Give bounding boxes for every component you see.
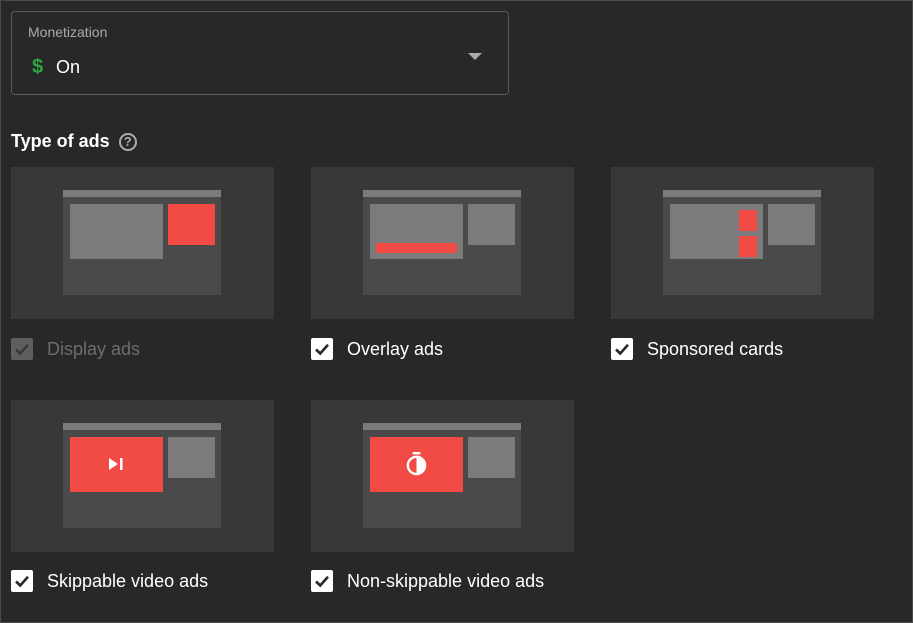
- screen-mockup: [363, 190, 521, 295]
- non-skippable-video-ads-checkbox[interactable]: [311, 570, 333, 592]
- monetization-label: Monetization: [28, 24, 108, 40]
- monetization-value-text: On: [56, 57, 81, 77]
- monetization-value: $ On: [32, 56, 80, 79]
- display-ads-option: Display ads: [11, 338, 140, 360]
- sponsored-cards-illustration: [611, 167, 874, 319]
- check-icon: [15, 343, 29, 356]
- type-of-ads-heading: Type of ads ?: [11, 131, 137, 152]
- non-skippable-video-ads-label: Non-skippable video ads: [347, 570, 545, 591]
- skippable-video-ads-label: Skippable video ads: [47, 570, 209, 591]
- caret-down-icon[interactable]: [468, 53, 482, 60]
- sponsored-cards-option[interactable]: Sponsored cards: [611, 338, 783, 360]
- skippable-video-ads-checkbox[interactable]: [11, 570, 33, 592]
- overlay-ads-checkbox[interactable]: [311, 338, 333, 360]
- sponsored-cards-label: Sponsored cards: [647, 338, 784, 359]
- type-of-ads-title: Type of ads: [11, 131, 110, 151]
- screen-mockup: [63, 190, 221, 295]
- screen-mockup: [663, 190, 821, 295]
- overlay-ads-label: Overlay ads: [347, 338, 444, 359]
- check-icon: [315, 343, 329, 356]
- display-ads-label: Display ads: [47, 338, 141, 359]
- check-icon: [15, 575, 29, 588]
- dollar-icon: $: [32, 56, 44, 78]
- monetization-dropdown[interactable]: Monetization $ On: [11, 11, 509, 95]
- check-icon: [615, 343, 629, 356]
- display-ads-checkbox: [11, 338, 33, 360]
- non-skippable-video-ads-illustration: [311, 400, 574, 552]
- sponsored-cards-checkbox[interactable]: [611, 338, 633, 360]
- overlay-ads-illustration: [311, 167, 574, 319]
- overlay-ads-option[interactable]: Overlay ads: [311, 338, 443, 360]
- help-icon[interactable]: ?: [118, 132, 137, 151]
- skippable-video-ads-option[interactable]: Skippable video ads: [11, 570, 208, 592]
- screen-mockup: [363, 423, 521, 528]
- skippable-video-ads-illustration: [11, 400, 274, 552]
- timer-icon: [406, 452, 427, 476]
- display-ads-illustration: [11, 167, 274, 319]
- screen-mockup: [63, 423, 221, 528]
- non-skippable-video-ads-option[interactable]: Non-skippable video ads: [311, 570, 544, 592]
- check-icon: [315, 575, 329, 588]
- skip-next-icon: [109, 458, 123, 470]
